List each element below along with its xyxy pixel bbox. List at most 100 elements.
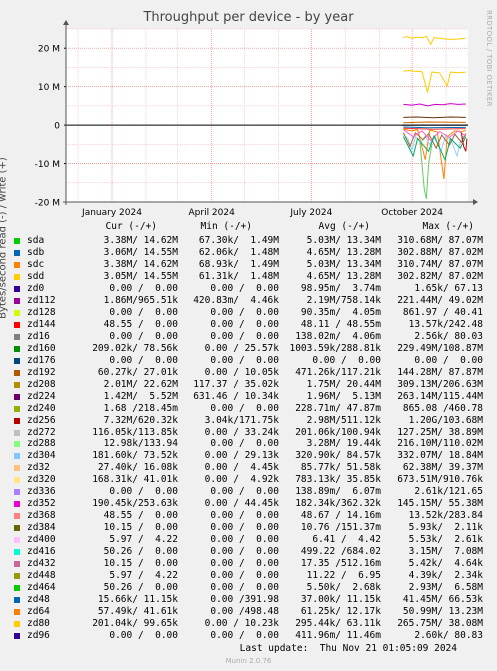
legend-value-min: 0.00 / 0.00	[210, 402, 279, 414]
legend-value-avg: 48.11 / 48.55m	[300, 318, 381, 330]
legend-value-min: 62.06k/ 1.48M	[198, 246, 279, 258]
legend-series-name: zd64	[27, 606, 50, 618]
legend-value-min: 0.00 / 0.00	[210, 282, 279, 294]
legend-series-name: zd352	[27, 498, 56, 510]
legend-value-avg: 6.41 / 4.42	[312, 534, 381, 546]
legend-value-max: 144.28M/ 87.87M	[397, 366, 483, 378]
legend-swatch	[14, 501, 20, 508]
legend-value-cur: 48.55 / 0.00	[103, 510, 178, 522]
legend-value-avg: 0.00 / 0.00	[312, 354, 381, 366]
legend-row: zd48 15.66k/ 11.15k 0.00 /391.98 37.00k/ 11…	[0, 594, 497, 606]
legend-series-name: zd176	[27, 354, 56, 366]
legend-series-name: zd32	[27, 462, 50, 474]
legend-value-max: 0.00 / 0.00	[414, 354, 483, 366]
legend-value-cur: 209.02k/ 78.56k	[92, 342, 178, 354]
legend-value-max: 309.13M/206.63M	[397, 378, 483, 390]
legend-series-name: zd304	[27, 450, 56, 462]
legend-value-min: 0.00 / 0.00	[210, 582, 279, 594]
legend-value-avg: 11.22 / 6.95	[306, 570, 381, 582]
legend-value-max: 865.08 /460.78	[402, 402, 483, 414]
legend-swatch	[14, 357, 20, 364]
legend-value-min: 0.00 / 0.00	[210, 522, 279, 534]
legend-value-avg: 138.02m/ 4.06m	[295, 330, 381, 342]
legend-swatch	[14, 381, 20, 388]
legend-value-min: 631.46 / 10.34k	[193, 390, 279, 402]
legend-row: zd176 0.00 / 0.00 0.00 / 0.00 0.00 / 0.00 0.…	[0, 355, 497, 367]
legend-value-min: 0.00 / 44.45k	[204, 498, 279, 510]
legend-value-avg: 10.76 /151.37m	[300, 522, 381, 534]
chart-svg: 20 M 10 M 0 -10 M -20 M January 2024 April 202…	[35, 20, 478, 218]
legend-series-name: zd128	[27, 306, 56, 318]
legend-series-name: zd48	[27, 594, 50, 606]
legend-series-name: zd144	[27, 318, 56, 330]
legend-value-max: 127.25M/ 38.89M	[397, 426, 483, 438]
legend-value-max: 5.93k/ 2.11k	[408, 522, 483, 534]
legend-value-avg: 37.00k/ 11.15k	[300, 594, 381, 606]
legend-row: zd160 209.02k/ 78.56k 0.00 / 25.57k 1003.59…	[0, 343, 497, 355]
legend-value-min: 0.00 / 10.05k	[204, 366, 279, 378]
legend-swatch	[14, 441, 20, 448]
legend-swatch	[14, 585, 20, 592]
legend-swatch	[14, 393, 20, 400]
legend-value-max: 229.49M/108.87M	[397, 342, 483, 354]
legend-column-header: Min (-/+)	[200, 221, 252, 232]
legend-value-cur: 0.00 / 0.00	[109, 282, 178, 294]
legend-swatch	[14, 249, 20, 256]
legend-value-max: 221.44M/ 49.02M	[397, 294, 483, 306]
x-tick-label: July 2024	[289, 208, 332, 218]
legend-value-min: 0.00 / 4.45k	[204, 462, 279, 474]
legend-value-avg: 499.22 /684.02	[300, 546, 381, 558]
y-tick-label: 0	[54, 122, 60, 132]
legend-swatch	[14, 297, 20, 304]
legend-row: zd224 1.42M/ 5.52M 631.46 / 10.34k 1.96M/ 5…	[0, 391, 497, 403]
legend-value-min: 0.00 / 0.00	[210, 558, 279, 570]
legend-value-cur: 0.00 / 0.00	[109, 486, 178, 498]
legend-value-cur: 2.01M/ 22.62M	[103, 378, 178, 390]
legend-value-min: 0.00 / 0.00	[210, 486, 279, 498]
legend-value-cur: 3.38M/ 14.62M	[103, 235, 178, 246]
legend-swatch	[14, 489, 20, 496]
legend-value-min: 0.00 / 4.92k	[204, 474, 279, 486]
legend-swatch	[14, 465, 20, 472]
legend-value-cur: 5.97 / 4.22	[109, 534, 178, 546]
munin-version: Munin 2.0.76	[225, 657, 272, 665]
legend-row: zd336 0.00 / 0.00 0.00 / 0.00 138.89m/ 6.07…	[0, 486, 497, 498]
legend-value-max: 62.38M/ 39.37M	[402, 462, 483, 474]
legend-value-max: 50.99M/ 13.23M	[402, 606, 483, 618]
legend-value-cur: 7.32M/620.32k	[103, 414, 178, 426]
x-tick-label: October 2024	[381, 208, 443, 218]
legend-row: zd256 7.32M/620.32k 3.04k/171.75k 2.98M/511…	[0, 415, 497, 427]
legend-swatch	[14, 273, 20, 280]
legend-value-max: 861.97 / 40.41	[402, 306, 483, 318]
legend-value-avg: 5.03M/ 13.34M	[306, 235, 381, 246]
legend-row: zd416 50.26 / 0.00 0.00 / 0.00 499.22 /684.…	[0, 546, 497, 558]
legend-value-max: 310.68M/ 87.07M	[397, 235, 483, 246]
legend-series-name: sdb	[27, 246, 45, 258]
legend-row: zd432 10.15 / 0.00 0.00 / 0.00 17.35 /512.1…	[0, 558, 497, 570]
legend-value-avg: 182.34k/362.32k	[295, 498, 381, 510]
legend-row: zd304 181.60k/ 73.52k 0.00 / 29.13k 320.90k…	[0, 450, 497, 462]
legend-value-cur: 12.98k/133.94	[103, 438, 178, 450]
legend-row: zd384 10.15 / 0.00 0.00 / 0.00 10.76 /151.3…	[0, 522, 497, 534]
legend-value-cur: 15.66k/ 11.15k	[97, 594, 178, 606]
legend-swatch	[14, 429, 20, 436]
legend-series-name: zd448	[27, 570, 56, 582]
legend-value-min: 0.00 /498.48	[210, 606, 279, 618]
legend-row: zd208 2.01M/ 22.62M 117.37 / 35.02k 1.75M/ …	[0, 379, 497, 391]
legend-row: zd144 48.55 / 0.00 0.00 / 0.00 48.11 / 48.5…	[0, 319, 497, 331]
legend-value-avg: 3.28M/ 19.44k	[306, 438, 381, 450]
legend-value-cur: 201.04k/ 99.65k	[92, 618, 178, 630]
legend-value-avg: 4.65M/ 13.28M	[306, 270, 381, 282]
legend-row: zd240 1.68 /218.45m 0.00 / 0.00 228.71m/ 47…	[0, 403, 497, 415]
legend-value-max: 5.42k/ 4.64k	[408, 558, 483, 570]
legend-series-name: zd192	[27, 366, 56, 378]
legend-row: zd272 116.05k/113.85k 0.00 / 33.24k 201.06k…	[0, 427, 497, 439]
legend-series-name: zd432	[27, 558, 56, 570]
legend-value-cur: 57.49k/ 41.61k	[97, 606, 178, 618]
legend-value-avg: 2.98M/511.12k	[306, 414, 381, 426]
legend-value-avg: 1.75M/ 20.44M	[306, 378, 381, 390]
legend-series-name: zd400	[27, 534, 56, 546]
legend-swatch	[14, 525, 20, 532]
legend-row: sdd 3.05M/ 14.55M 61.31k/ 1.48M 4.65M/ 13.2…	[0, 271, 497, 283]
y-tick-label: -10 M	[35, 160, 60, 170]
